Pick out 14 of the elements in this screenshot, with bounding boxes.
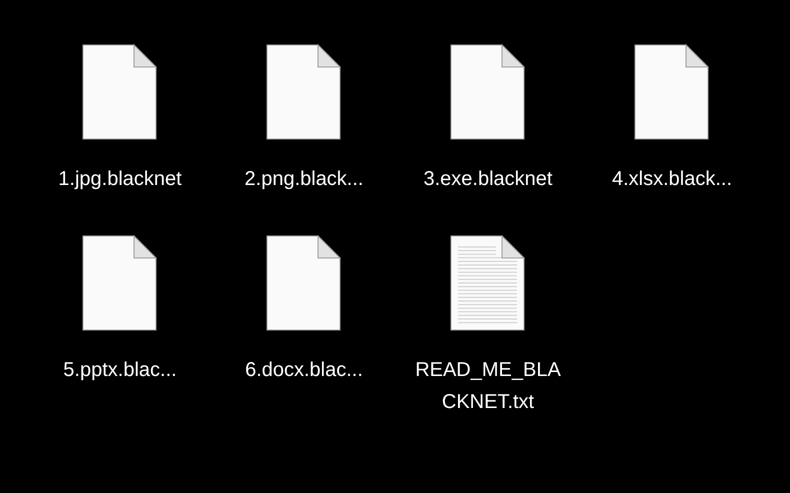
file-icon xyxy=(634,44,710,141)
file-name[interactable]: 3.exe.blacknet xyxy=(413,163,563,195)
file-icon xyxy=(266,235,342,332)
text-file-icon xyxy=(450,235,526,332)
file-icon xyxy=(450,44,526,141)
file-icon xyxy=(82,44,158,141)
file-name[interactable]: 2.png.black... xyxy=(229,163,379,195)
file-name[interactable]: READ_ME_BLACKNET.txt xyxy=(413,354,563,418)
file-name[interactable]: 1.jpg.blacknet xyxy=(45,163,195,195)
file-name[interactable]: 5.pptx.blac... xyxy=(45,354,195,386)
file-name[interactable]: 6.docx.blac... xyxy=(229,354,379,386)
file-icon xyxy=(266,44,342,141)
file-icon xyxy=(82,235,158,332)
file-name[interactable]: 4.xlsx.black... xyxy=(597,163,747,195)
